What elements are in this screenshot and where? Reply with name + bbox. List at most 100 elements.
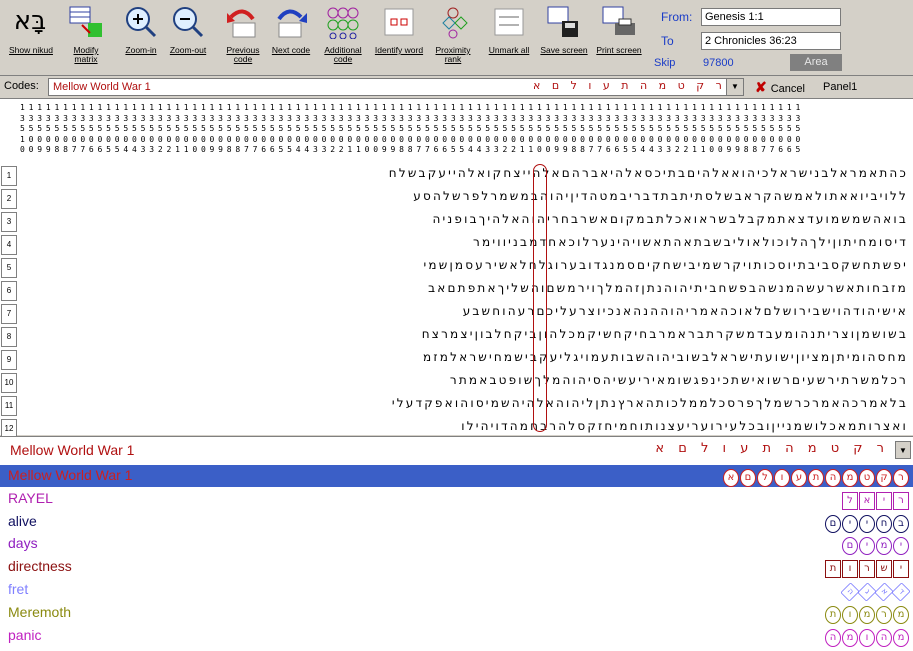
unmark-all-label: Unmark all xyxy=(488,45,530,55)
next-code-button[interactable]: Next code xyxy=(266,4,316,70)
list-item[interactable]: RAYEL ריאל xyxy=(0,488,913,510)
identify-word-button[interactable]: Identify word xyxy=(374,4,424,70)
list-item-glyphs: בחיים xyxy=(824,513,909,533)
column-ruler: 1111111111111111111111111111111111111111… xyxy=(0,98,913,162)
glyph-marker: א xyxy=(859,491,875,510)
zoom-out-label: Zoom-out xyxy=(169,45,207,55)
skip-label: Skip xyxy=(654,57,676,69)
list-item-label: directness xyxy=(8,558,72,575)
show-nikud-button[interactable]: Show nikud xyxy=(6,4,56,70)
glyph-marker: ג xyxy=(857,582,877,602)
matrix-row[interactable]: ואצרותמאכלושמנייןובכלעירועריעצנותוחמיחזק… xyxy=(20,419,908,433)
letter-matrix[interactable]: 1 כהתאמראלבנישראלכיהואאלהיםבתיכסאלהיאברה… xyxy=(0,160,913,439)
zoom-out-icon xyxy=(168,4,208,40)
glyph-marker: ה xyxy=(825,469,841,487)
glyph-marker: ת xyxy=(825,560,841,579)
codes-select[interactable]: Mellow World War 1 ר ק ט מ ה ת ע ו ל ם א… xyxy=(48,78,744,96)
list-item[interactable]: Meremoth מרמות xyxy=(0,602,913,624)
identify-word-icon xyxy=(379,4,419,40)
list-item[interactable]: directness ישרות xyxy=(0,556,913,579)
list-item-label: RAYEL xyxy=(8,489,53,506)
glyph-marker: י xyxy=(859,537,875,556)
glyph-marker: א xyxy=(874,582,894,602)
row-number: 11 xyxy=(1,396,17,416)
glyph-marker: מ xyxy=(893,628,909,647)
area-button[interactable]: Area xyxy=(790,54,842,71)
proximity-rank-button[interactable]: Proximity rank xyxy=(428,4,478,70)
additional-code-button[interactable]: Additional code xyxy=(318,4,368,70)
additional-code-label: Additional code xyxy=(324,45,362,64)
matrix-row[interactable]: אישיהודהוישבירושלםלאוכהאמריהוההנהאנכיוצר… xyxy=(20,304,908,318)
list-item-glyphs: ריאל xyxy=(841,490,909,510)
row-number: 4 xyxy=(1,235,17,255)
matrix-row[interactable]: יפשתחשקסביבתיוסכותויקרשמיבישחקיםסמנגדובע… xyxy=(20,258,908,272)
list-item[interactable]: fret דאגה xyxy=(0,579,913,602)
save-screen-icon xyxy=(544,4,584,40)
save-screen-button[interactable]: Save screen xyxy=(539,4,589,70)
zoom-in-label: Zoom-in xyxy=(125,45,157,55)
codes-value: Mellow World War 1 xyxy=(53,81,151,93)
list-item[interactable]: panic מהומה xyxy=(0,625,913,647)
ruler-row: 5555555555555555555555555555555555555555… xyxy=(20,124,805,133)
glyph-marker: ו xyxy=(774,469,790,487)
cancel-button[interactable]: ✘ Cancel xyxy=(755,78,821,96)
ruler-row: 1000000000000000000000000000000000000000… xyxy=(20,134,805,144)
print-screen-button[interactable]: Print screen xyxy=(594,4,644,70)
show-nikud-label: Show nikud xyxy=(9,45,53,55)
additional-code-icon xyxy=(323,4,363,40)
unmark-all-button[interactable]: Unmark all xyxy=(484,4,534,70)
from-field[interactable] xyxy=(701,8,841,26)
save-screen-label: Save screen xyxy=(540,45,588,55)
glyph-marker: ע xyxy=(791,469,807,487)
previous-code-button[interactable]: Previous code xyxy=(218,4,268,70)
panel-label: Panel1 xyxy=(823,81,858,93)
glyph-marker: ם xyxy=(740,469,756,487)
zoom-out-button[interactable]: Zoom-out xyxy=(163,4,213,70)
glyph-marker: ל xyxy=(757,469,773,487)
matrix-grid-icon xyxy=(66,4,106,40)
matrix-row[interactable]: רכלמשרתירשעיםרשואישתכינפגשומאיריעשיהסיהו… xyxy=(20,373,908,387)
row-number: 5 xyxy=(1,258,17,278)
matrix-row[interactable]: בלאמרכהאמרכרשמלךפרסכלממלכותהארץנתןליהוהא… xyxy=(20,396,908,410)
glyph-marker: ר xyxy=(893,469,909,487)
modify-matrix-label: Modify matrix xyxy=(73,45,99,64)
matrix-row[interactable]: כהתאמראלבנישראלכיהואאלהיםבתיכסאלהיאברהםא… xyxy=(20,166,908,180)
list-item[interactable]: alive בחיים xyxy=(0,511,913,533)
zoom-in-icon xyxy=(121,4,161,40)
term-letters: ר ק ט מ ה ת ע ו ל ם א xyxy=(655,441,889,456)
glyph-marker: מ xyxy=(859,605,875,624)
glyph-marker: א xyxy=(723,469,739,487)
ruler-row: 3333333333333333333333333333333333333333… xyxy=(20,113,805,123)
to-field[interactable] xyxy=(701,32,841,50)
glyph-marker: ר xyxy=(859,560,875,579)
modify-matrix-button[interactable]: Modify matrix xyxy=(61,4,111,70)
list-item-glyphs: דאגה xyxy=(840,581,911,602)
glyph-marker: ה xyxy=(840,582,860,602)
glyph-marker: מ xyxy=(876,537,892,556)
list-item[interactable]: Mellow World War 1 רקטמהתעולםא xyxy=(0,465,913,487)
row-number: 1 xyxy=(1,166,17,186)
matrix-row[interactable]: ללויביואאתולאמשהקראבשלסתיתבתדבריבמטהדיןי… xyxy=(20,189,908,203)
glyph-marker: ש xyxy=(876,560,892,579)
glyph-marker: ם xyxy=(825,514,841,533)
term-select[interactable]: Mellow World War 1 ר ק ט מ ה ת ע ו ל ם א… xyxy=(0,436,913,465)
results-list: Mellow World War 1 רקטמהתעולםא RAYEL ריאל al… xyxy=(0,465,913,651)
list-item[interactable]: days ימים xyxy=(0,533,913,556)
chevron-down-icon[interactable]: ▼ xyxy=(895,441,911,459)
previous-code-icon xyxy=(223,4,263,40)
ruler-row: 0099887766554433221100998877665544332211… xyxy=(20,145,805,154)
list-item-label: days xyxy=(8,535,38,552)
list-item-glyphs: מהומה xyxy=(824,627,909,647)
chevron-down-icon[interactable]: ▼ xyxy=(726,79,743,95)
matrix-row[interactable]: בשושמןוצריתנהומעבדמשקרתבראמרבחיקחשיקמכלה… xyxy=(20,327,908,341)
glyph-marker: י xyxy=(859,514,875,533)
glyph-marker: מ xyxy=(842,628,858,647)
glyph-marker: ה xyxy=(876,628,892,647)
matrix-row[interactable]: בואהשמשמועדצאתמקבלבשראואכלתבמקוםאשרבחריה… xyxy=(20,212,908,226)
next-code-label: Next code xyxy=(271,45,311,55)
from-label: From: xyxy=(661,10,693,24)
matrix-row[interactable]: מחסהומיתןמציוןישועתישראלבשוביהוהשבותעמוי… xyxy=(20,350,908,364)
matrix-row[interactable]: דיסומחיתוןילךהלוכולאוליבשבתאהתאשויהינערל… xyxy=(20,235,908,249)
zoom-in-button[interactable]: Zoom-in xyxy=(116,4,166,70)
matrix-row[interactable]: מזבחותאשרעשהמנשהבפשחביתיהוהנתןזהמלךוירמש… xyxy=(20,281,908,295)
